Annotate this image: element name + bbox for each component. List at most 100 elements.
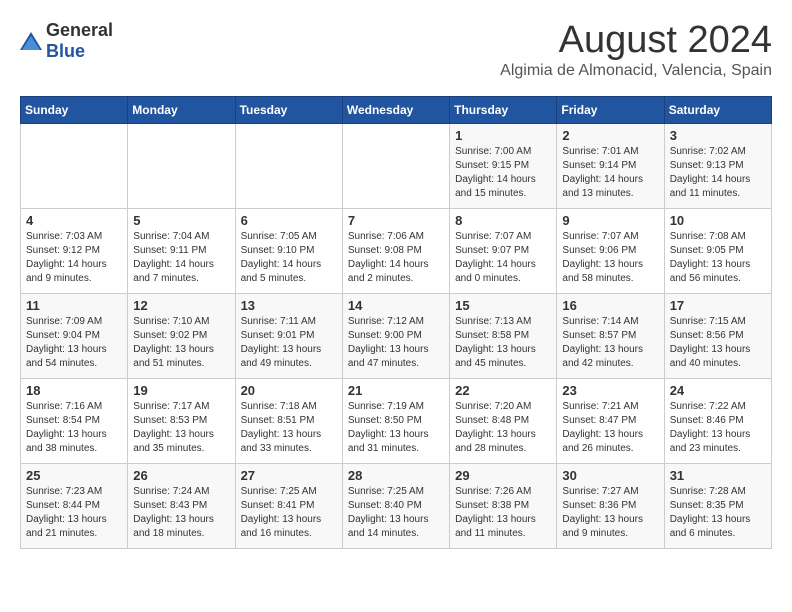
day-number: 20 xyxy=(241,383,337,398)
day-content: Sunrise: 7:14 AM Sunset: 8:57 PM Dayligh… xyxy=(562,315,658,371)
day-content: Sunrise: 7:00 AM Sunset: 9:15 PM Dayligh… xyxy=(455,145,551,201)
day-number: 29 xyxy=(455,468,551,483)
day-number: 5 xyxy=(133,213,229,228)
day-number: 28 xyxy=(348,468,444,483)
day-content: Sunrise: 7:12 AM Sunset: 9:00 PM Dayligh… xyxy=(348,315,444,371)
day-content: Sunrise: 7:17 AM Sunset: 8:53 PM Dayligh… xyxy=(133,400,229,456)
day-number: 30 xyxy=(562,468,658,483)
day-content: Sunrise: 7:11 AM Sunset: 9:01 PM Dayligh… xyxy=(241,315,337,371)
day-cell-22: 22 Sunrise: 7:20 AM Sunset: 8:48 PM Dayli… xyxy=(450,378,557,463)
day-content: Sunrise: 7:16 AM Sunset: 8:54 PM Dayligh… xyxy=(26,400,122,456)
day-content: Sunrise: 7:22 AM Sunset: 8:46 PM Dayligh… xyxy=(670,400,766,456)
day-header-saturday: Saturday xyxy=(664,96,771,123)
day-content: Sunrise: 7:20 AM Sunset: 8:48 PM Dayligh… xyxy=(455,400,551,456)
day-content: Sunrise: 7:25 AM Sunset: 8:40 PM Dayligh… xyxy=(348,485,444,541)
day-cell-15: 15 Sunrise: 7:13 AM Sunset: 8:58 PM Dayli… xyxy=(450,293,557,378)
day-cell-29: 29 Sunrise: 7:26 AM Sunset: 8:38 PM Dayli… xyxy=(450,463,557,548)
logo-icon xyxy=(20,32,42,50)
page-header: General Blue August 2024 Algimia de Almo… xyxy=(20,20,772,80)
day-content: Sunrise: 7:21 AM Sunset: 8:47 PM Dayligh… xyxy=(562,400,658,456)
day-cell-16: 16 Sunrise: 7:14 AM Sunset: 8:57 PM Dayli… xyxy=(557,293,664,378)
day-content: Sunrise: 7:07 AM Sunset: 9:07 PM Dayligh… xyxy=(455,230,551,286)
day-number: 26 xyxy=(133,468,229,483)
day-cell-9: 9 Sunrise: 7:07 AM Sunset: 9:06 PM Daylig… xyxy=(557,208,664,293)
day-number: 23 xyxy=(562,383,658,398)
day-cell-20: 20 Sunrise: 7:18 AM Sunset: 8:51 PM Dayli… xyxy=(235,378,342,463)
day-number: 22 xyxy=(455,383,551,398)
day-cell-18: 18 Sunrise: 7:16 AM Sunset: 8:54 PM Dayli… xyxy=(21,378,128,463)
day-content: Sunrise: 7:13 AM Sunset: 8:58 PM Dayligh… xyxy=(455,315,551,371)
day-cell-12: 12Sunrise: 7:10 AM Sunset: 9:02 PM Dayli… xyxy=(128,293,235,378)
week-row-4: 18 Sunrise: 7:16 AM Sunset: 8:54 PM Dayli… xyxy=(21,378,772,463)
empty-cell xyxy=(235,123,342,208)
day-number: 7 xyxy=(348,213,444,228)
day-cell-11: 11Sunrise: 7:09 AM Sunset: 9:04 PM Dayli… xyxy=(21,293,128,378)
day-content: Sunrise: 7:06 AM Sunset: 9:08 PM Dayligh… xyxy=(348,230,444,286)
day-header-monday: Monday xyxy=(128,96,235,123)
day-cell-27: 27Sunrise: 7:25 AM Sunset: 8:41 PM Dayli… xyxy=(235,463,342,548)
day-number: 9 xyxy=(562,213,658,228)
day-cell-4: 4Sunrise: 7:03 AM Sunset: 9:12 PM Daylig… xyxy=(21,208,128,293)
day-cell-3: 3 Sunrise: 7:02 AM Sunset: 9:13 PM Daylig… xyxy=(664,123,771,208)
day-number: 31 xyxy=(670,468,766,483)
day-header-tuesday: Tuesday xyxy=(235,96,342,123)
title-section: August 2024 Algimia de Almonacid, Valenc… xyxy=(500,20,772,80)
logo: General Blue xyxy=(20,20,113,62)
day-number: 17 xyxy=(670,298,766,313)
day-content: Sunrise: 7:23 AM Sunset: 8:44 PM Dayligh… xyxy=(26,485,122,541)
day-cell-24: 24 Sunrise: 7:22 AM Sunset: 8:46 PM Dayli… xyxy=(664,378,771,463)
month-year: August 2024 xyxy=(500,20,772,62)
day-header-sunday: Sunday xyxy=(21,96,128,123)
days-header-row: SundayMondayTuesdayWednesdayThursdayFrid… xyxy=(21,96,772,123)
day-number: 11 xyxy=(26,298,122,313)
day-content: Sunrise: 7:02 AM Sunset: 9:13 PM Dayligh… xyxy=(670,145,766,201)
day-content: Sunrise: 7:10 AM Sunset: 9:02 PM Dayligh… xyxy=(133,315,229,371)
empty-cell xyxy=(342,123,449,208)
day-content: Sunrise: 7:26 AM Sunset: 8:38 PM Dayligh… xyxy=(455,485,551,541)
day-cell-6: 6Sunrise: 7:05 AM Sunset: 9:10 PM Daylig… xyxy=(235,208,342,293)
day-number: 10 xyxy=(670,213,766,228)
day-cell-28: 28 Sunrise: 7:25 AM Sunset: 8:40 PM Dayli… xyxy=(342,463,449,548)
day-cell-21: 21 Sunrise: 7:19 AM Sunset: 8:50 PM Dayli… xyxy=(342,378,449,463)
day-cell-13: 13Sunrise: 7:11 AM Sunset: 9:01 PM Dayli… xyxy=(235,293,342,378)
day-content: Sunrise: 7:08 AM Sunset: 9:05 PM Dayligh… xyxy=(670,230,766,286)
day-cell-26: 26 Sunrise: 7:24 AM Sunset: 8:43 PM Dayli… xyxy=(128,463,235,548)
empty-cell xyxy=(128,123,235,208)
day-number: 16 xyxy=(562,298,658,313)
calendar-table: SundayMondayTuesdayWednesdayThursdayFrid… xyxy=(20,96,772,549)
day-number: 14 xyxy=(348,298,444,313)
day-number: 8 xyxy=(455,213,551,228)
day-cell-14: 14 Sunrise: 7:12 AM Sunset: 9:00 PM Dayli… xyxy=(342,293,449,378)
week-row-3: 11Sunrise: 7:09 AM Sunset: 9:04 PM Dayli… xyxy=(21,293,772,378)
day-cell-31: 31 Sunrise: 7:28 AM Sunset: 8:35 PM Dayli… xyxy=(664,463,771,548)
day-number: 3 xyxy=(670,128,766,143)
empty-cell xyxy=(21,123,128,208)
day-header-friday: Friday xyxy=(557,96,664,123)
day-cell-25: 25Sunrise: 7:23 AM Sunset: 8:44 PM Dayli… xyxy=(21,463,128,548)
day-cell-1: 1 Sunrise: 7:00 AM Sunset: 9:15 PM Daylig… xyxy=(450,123,557,208)
day-number: 19 xyxy=(133,383,229,398)
day-number: 15 xyxy=(455,298,551,313)
day-number: 24 xyxy=(670,383,766,398)
day-content: Sunrise: 7:18 AM Sunset: 8:51 PM Dayligh… xyxy=(241,400,337,456)
day-content: Sunrise: 7:15 AM Sunset: 8:56 PM Dayligh… xyxy=(670,315,766,371)
day-number: 18 xyxy=(26,383,122,398)
day-content: Sunrise: 7:19 AM Sunset: 8:50 PM Dayligh… xyxy=(348,400,444,456)
day-content: Sunrise: 7:27 AM Sunset: 8:36 PM Dayligh… xyxy=(562,485,658,541)
day-content: Sunrise: 7:24 AM Sunset: 8:43 PM Dayligh… xyxy=(133,485,229,541)
day-content: Sunrise: 7:04 AM Sunset: 9:11 PM Dayligh… xyxy=(133,230,229,286)
day-cell-7: 7 Sunrise: 7:06 AM Sunset: 9:08 PM Daylig… xyxy=(342,208,449,293)
week-row-2: 4Sunrise: 7:03 AM Sunset: 9:12 PM Daylig… xyxy=(21,208,772,293)
day-cell-8: 8 Sunrise: 7:07 AM Sunset: 9:07 PM Daylig… xyxy=(450,208,557,293)
day-cell-5: 5 Sunrise: 7:04 AM Sunset: 9:11 PM Daylig… xyxy=(128,208,235,293)
day-number: 1 xyxy=(455,128,551,143)
day-number: 2 xyxy=(562,128,658,143)
day-number: 21 xyxy=(348,383,444,398)
day-cell-17: 17 Sunrise: 7:15 AM Sunset: 8:56 PM Dayli… xyxy=(664,293,771,378)
day-content: Sunrise: 7:28 AM Sunset: 8:35 PM Dayligh… xyxy=(670,485,766,541)
day-content: Sunrise: 7:07 AM Sunset: 9:06 PM Dayligh… xyxy=(562,230,658,286)
day-cell-30: 30 Sunrise: 7:27 AM Sunset: 8:36 PM Dayli… xyxy=(557,463,664,548)
location: Algimia de Almonacid, Valencia, Spain xyxy=(500,62,772,80)
logo-general: General xyxy=(46,20,113,40)
day-number: 4 xyxy=(26,213,122,228)
